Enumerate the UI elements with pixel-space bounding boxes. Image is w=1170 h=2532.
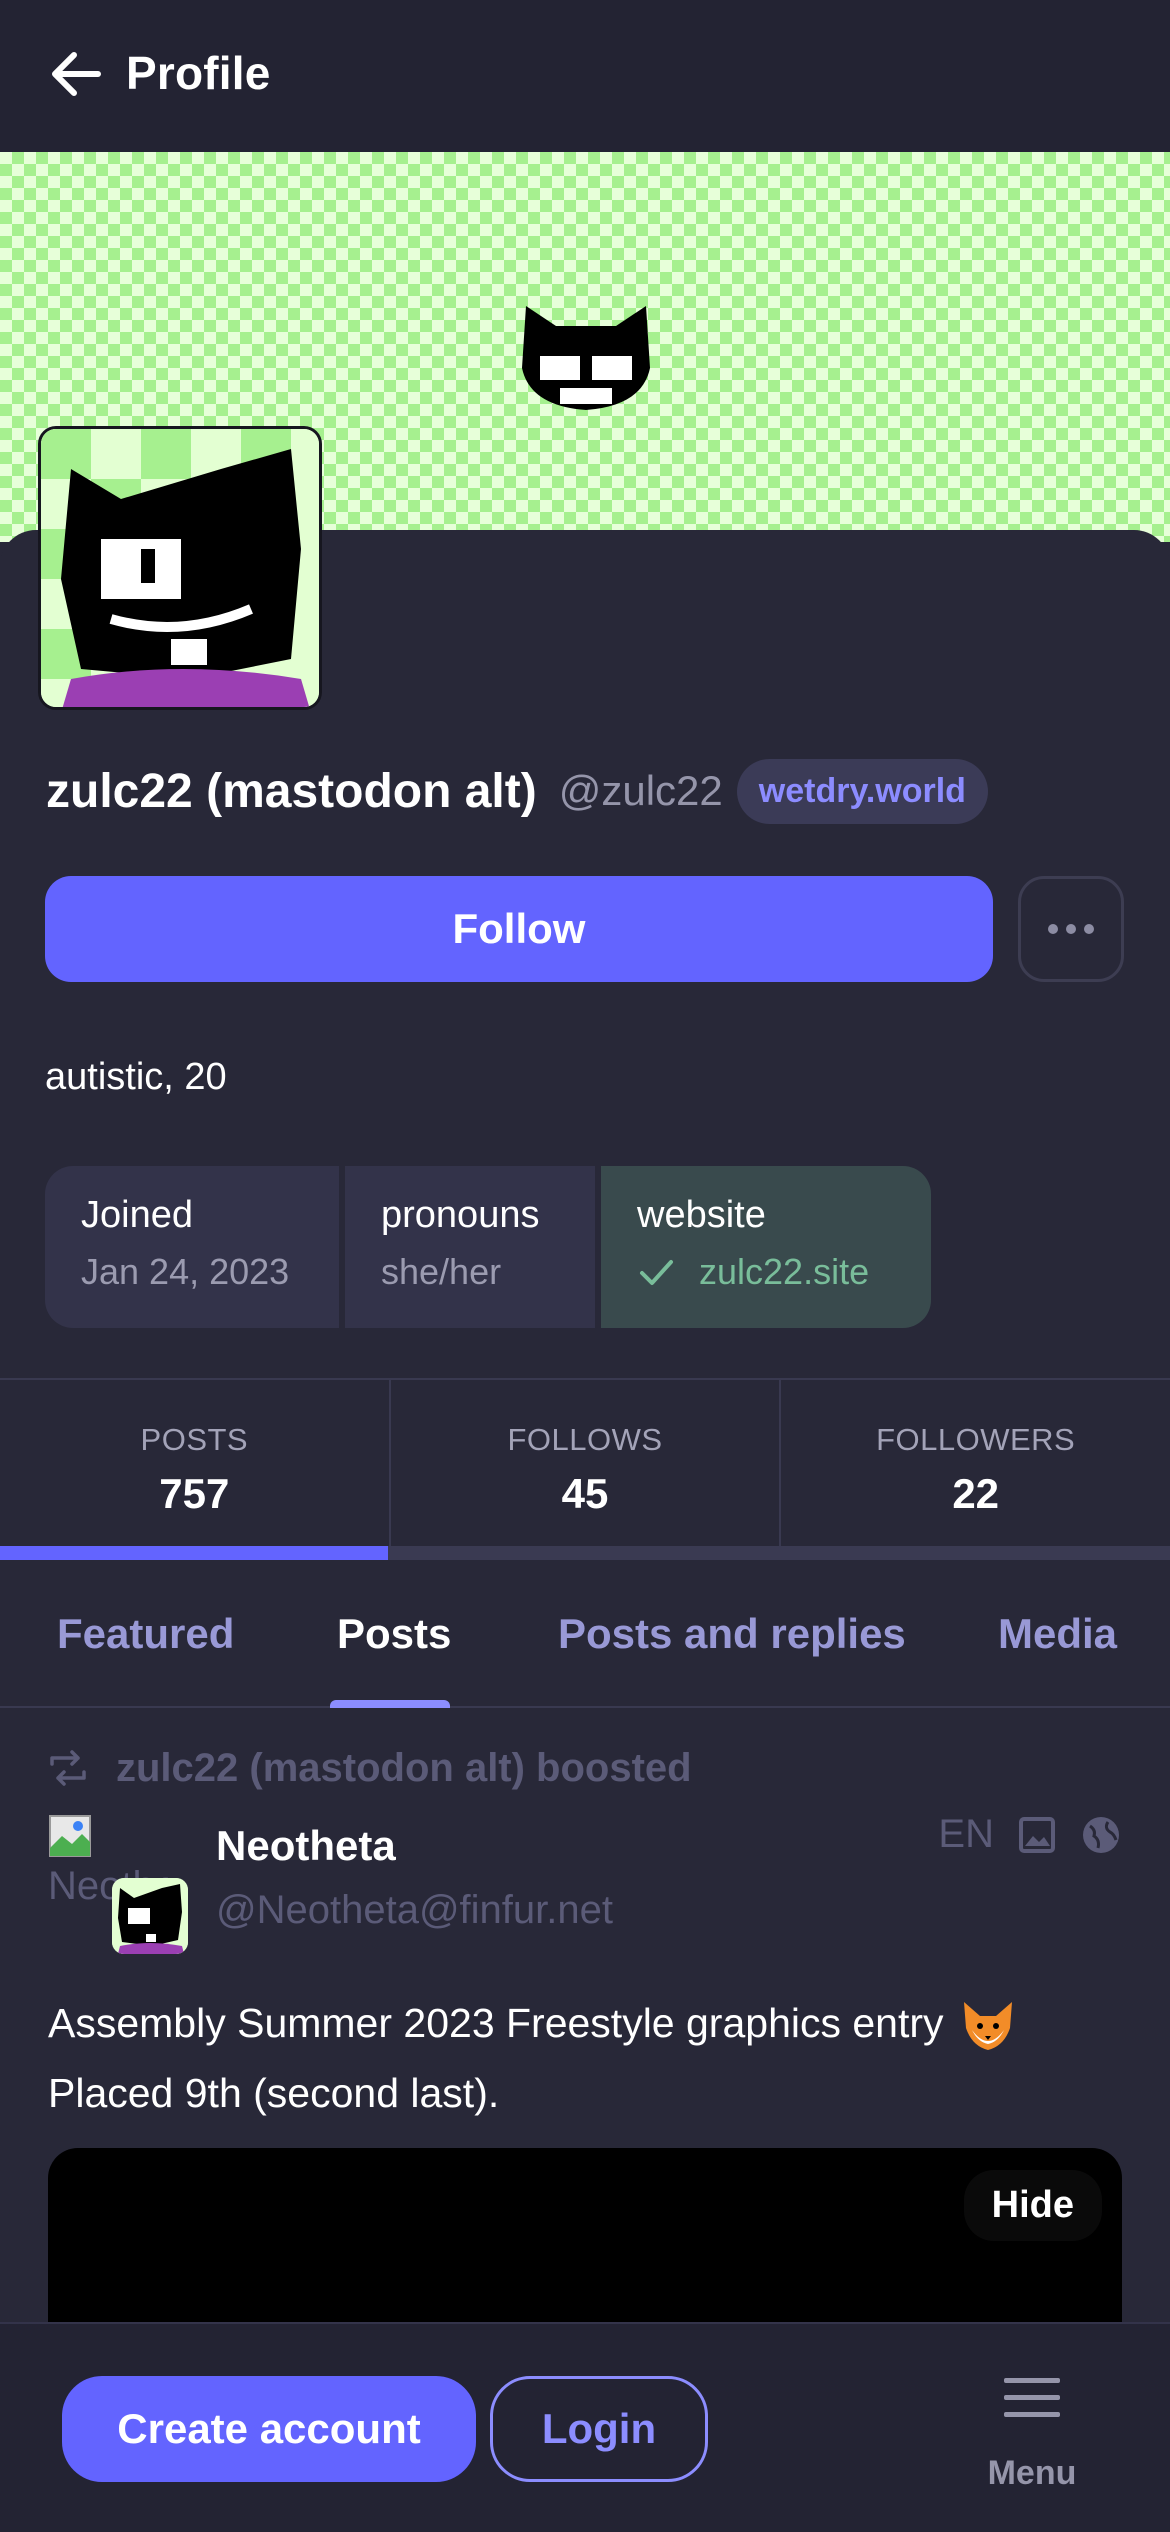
hide-media-button[interactable]: Hide — [963, 2170, 1102, 2241]
fox-emoji-icon — [963, 2002, 1012, 2051]
booster-avatar[interactable] — [112, 1878, 188, 1954]
stat-value: 757 — [159, 1470, 230, 1517]
ellipsis-icon — [1048, 924, 1058, 934]
post-meta: EN — [938, 1812, 1122, 1857]
stat-label: POSTS — [140, 1422, 249, 1457]
broken-image-icon — [49, 1815, 91, 1857]
post-text-line1: Assembly Summer 2023 Freestyle graphics … — [48, 2000, 944, 2046]
check-icon — [640, 1260, 673, 1285]
profile-fields: Joined Jan 24, 2023 pronouns she/her web… — [45, 1166, 931, 1328]
stat-follows[interactable]: FOLLOWS 45 — [391, 1380, 782, 1546]
follow-button[interactable]: Follow — [45, 876, 993, 982]
profile-avatar[interactable] — [38, 426, 322, 710]
tab-featured[interactable]: Featured — [57, 1610, 234, 1658]
globe-icon[interactable] — [1080, 1814, 1122, 1856]
cat-logo-image — [522, 306, 650, 410]
create-account-button[interactable]: Create account — [62, 2376, 476, 2482]
menu-icon[interactable] — [1004, 2376, 1060, 2420]
domain-badge[interactable]: wetdry.world — [736, 758, 988, 824]
display-name: zulc22 (mastodon alt) — [46, 764, 537, 818]
more-options-button[interactable] — [1018, 876, 1124, 982]
boost-icon — [50, 1750, 86, 1786]
login-button[interactable]: Login — [490, 2376, 708, 2482]
language-label: EN — [938, 1812, 994, 1856]
account-handle[interactable]: @zulc22 — [559, 767, 723, 815]
tab-posts-and-replies[interactable]: Posts and replies — [558, 1610, 906, 1658]
boost-text[interactable]: zulc22 (mastodon alt) boosted — [116, 1746, 692, 1791]
field-label: website — [637, 1194, 766, 1236]
stat-followers[interactable]: FOLLOWERS 22 — [781, 1380, 1170, 1546]
booster-avatar-image — [112, 1878, 188, 1954]
tab-posts[interactable]: Posts — [337, 1610, 451, 1658]
field-pronouns: pronouns she/her — [345, 1166, 595, 1328]
arrow-left-icon[interactable] — [46, 44, 106, 104]
stat-label: FOLLOWS — [507, 1422, 663, 1457]
top-bar: Profile — [0, 0, 1170, 152]
field-label: pronouns — [381, 1194, 540, 1236]
stat-value: 45 — [561, 1470, 609, 1517]
profile-tabs: Featured Posts Posts and replies Media — [0, 1560, 1170, 1708]
post-author-name[interactable]: Neotheta — [216, 1822, 396, 1870]
field-value: Jan 24, 2023 — [81, 1251, 290, 1292]
profile-stats: POSTS 757 FOLLOWS 45 FOLLOWERS 22 — [0, 1378, 1170, 1546]
menu-label[interactable]: Menu — [960, 2454, 1104, 2493]
tab-media[interactable]: Media — [998, 1610, 1117, 1658]
avatar-image — [41, 429, 319, 707]
field-label: Joined — [81, 1194, 193, 1236]
bottom-bar: Create account Login Menu — [0, 2322, 1170, 2532]
stats-active-indicator — [0, 1546, 1170, 1560]
field-joined: Joined Jan 24, 2023 — [45, 1166, 339, 1328]
post-author-acct[interactable]: @Neotheta@finfur.net — [216, 1888, 613, 1933]
active-tab-indicator — [330, 1700, 450, 1708]
field-value: she/her — [381, 1251, 502, 1292]
boost-notice: zulc22 (mastodon alt) boosted — [48, 1738, 692, 1798]
page-title: Profile — [126, 47, 271, 99]
profile-bio: autistic, 20 — [45, 1056, 227, 1098]
website-link[interactable]: zulc22.site — [699, 1251, 869, 1293]
image-icon — [1019, 1816, 1055, 1853]
stat-posts[interactable]: POSTS 757 — [0, 1380, 391, 1546]
field-website: website zulc22.site — [601, 1166, 931, 1328]
post-content: Assembly Summer 2023 Freestyle graphics … — [48, 1988, 1128, 2128]
name-row: zulc22 (mastodon alt) @zulc22 wetdry.wor… — [46, 756, 988, 826]
stat-label: FOLLOWERS — [876, 1422, 1076, 1457]
post-text-line2: Placed 9th (second last). — [48, 2070, 500, 2116]
stat-value: 22 — [952, 1470, 1000, 1517]
